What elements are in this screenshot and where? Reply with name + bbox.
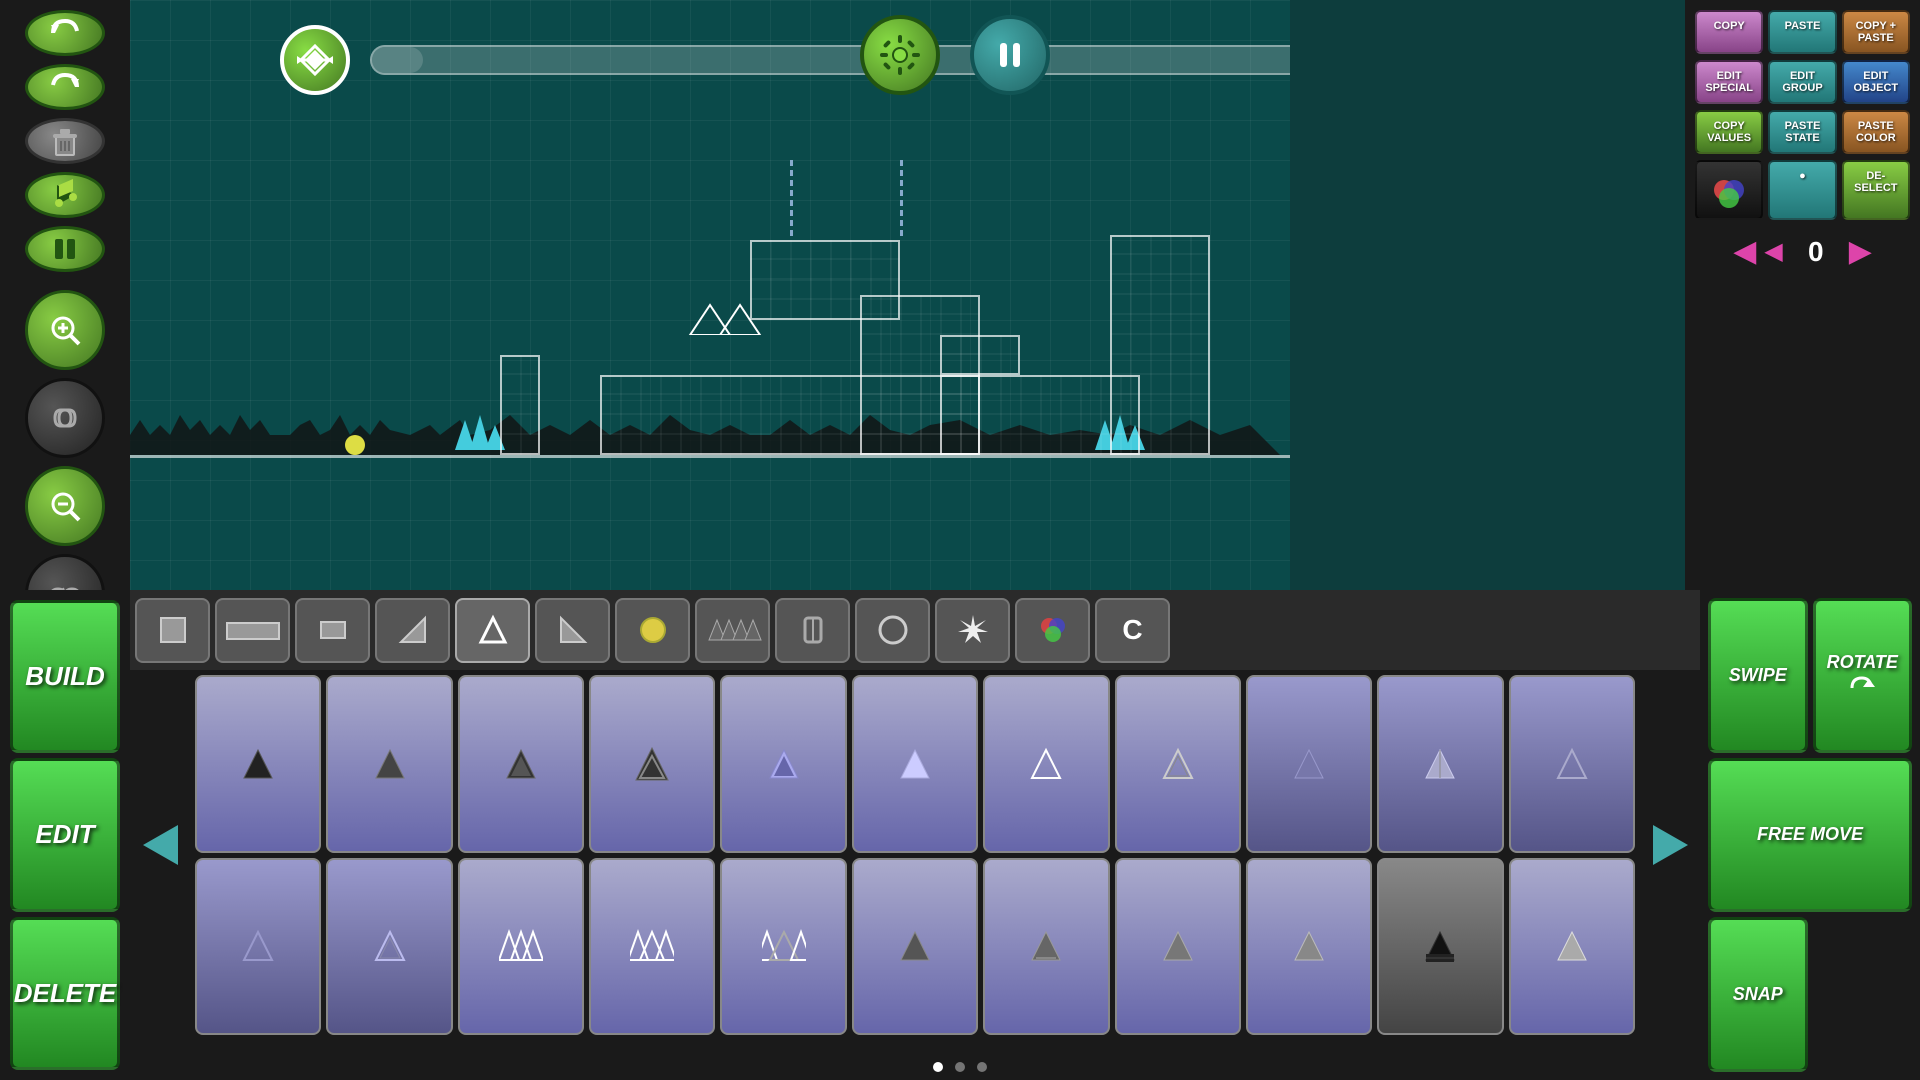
tab-letter-c[interactable]: C <box>1095 598 1170 663</box>
obj-spike-12[interactable] <box>195 858 321 1036</box>
layer-navigation: ◀ ◀ 0 ▶ <box>1695 234 1910 269</box>
edit-special-button[interactable]: EDIT SPECIAL <box>1695 60 1763 104</box>
obj-spike-3[interactable] <box>458 675 584 853</box>
zoom-out-button[interactable] <box>25 466 105 546</box>
go-to-layer-button[interactable]: ● <box>1768 160 1836 220</box>
obj-spike-6[interactable] <box>852 675 978 853</box>
dot-2[interactable] <box>955 1062 965 1072</box>
color-select-button[interactable] <box>1695 160 1763 220</box>
zoom-in-button[interactable] <box>25 290 105 370</box>
obj-spike-8[interactable] <box>1115 675 1241 853</box>
tab-bar: C <box>130 590 1700 670</box>
tab-spike[interactable] <box>455 598 530 663</box>
dot-3[interactable] <box>977 1062 987 1072</box>
platform-right <box>1110 235 1210 455</box>
copy-paste-row: COPY PASTE COPY + PASTE <box>1695 10 1910 54</box>
layer-prev-large[interactable]: ◀ <box>1733 234 1756 269</box>
tab-chain[interactable] <box>775 598 850 663</box>
progress-fill <box>372 47 423 73</box>
undo-button[interactable] <box>25 10 105 56</box>
right-panel: COPY PASTE COPY + PASTE EDIT SPECIAL EDI… <box>1685 0 1920 590</box>
trash-button[interactable] <box>25 118 105 164</box>
music-button[interactable] <box>25 172 105 218</box>
obj-spike-16[interactable] <box>720 858 846 1036</box>
tab-spike-row[interactable] <box>695 598 770 663</box>
redo-button[interactable] <box>25 64 105 110</box>
edit-group-button[interactable]: EDIT GROUP <box>1768 60 1836 104</box>
paste-color-button[interactable]: PASTE COLOR <box>1842 110 1910 154</box>
copy-button[interactable]: COPY <box>1695 10 1763 54</box>
edit-object-button[interactable]: EDIT OBJECT <box>1842 60 1910 104</box>
obj-spike-20[interactable] <box>1246 858 1372 1036</box>
progress-bar <box>370 45 1290 75</box>
tab-color[interactable] <box>1015 598 1090 663</box>
progress-icon <box>280 25 350 95</box>
start-marker <box>345 435 365 455</box>
pause-button[interactable] <box>970 15 1050 95</box>
layer-next[interactable]: ▶ <box>1849 234 1872 269</box>
object-grid <box>190 670 1640 1040</box>
tab-wide-block[interactable] <box>215 598 290 663</box>
obj-spike-4[interactable] <box>589 675 715 853</box>
obj-spike-14[interactable] <box>458 858 584 1036</box>
build-button[interactable]: BUILD <box>10 600 120 753</box>
obj-spike-10[interactable] <box>1377 675 1503 853</box>
settings-button[interactable] <box>860 15 940 95</box>
page-dots <box>933 1062 987 1072</box>
tab-angled-block[interactable] <box>375 598 450 663</box>
obj-spike-5[interactable] <box>720 675 846 853</box>
edit-row: EDIT SPECIAL EDIT GROUP EDIT OBJECT <box>1695 60 1910 104</box>
nav-left-arrow[interactable] <box>135 820 185 870</box>
edit-button[interactable]: EDIT <box>10 758 120 911</box>
nav-right-arrow[interactable] <box>1645 820 1695 870</box>
obj-spike-18[interactable] <box>983 858 1109 1036</box>
platform-left <box>500 355 540 455</box>
paste-state-button[interactable]: PASTE STATE <box>1768 110 1836 154</box>
obj-spike-7[interactable] <box>983 675 1109 853</box>
delete-button[interactable]: DELETE <box>10 917 120 1070</box>
tab-orb[interactable] <box>615 598 690 663</box>
bottom-toolbar: BUILD EDIT DELETE <box>0 590 1920 1080</box>
obj-spike-extra[interactable] <box>1509 858 1635 1036</box>
obj-spike-13[interactable] <box>326 858 452 1036</box>
tab-thin-block[interactable] <box>295 598 370 663</box>
obj-spike-1[interactable] <box>195 675 321 853</box>
deselect-button[interactable]: DE-SELECT <box>1842 160 1910 220</box>
platform-complex <box>600 245 1180 455</box>
layer-row: ● DE-SELECT <box>1695 160 1910 220</box>
paste-button[interactable]: PASTE <box>1768 10 1836 54</box>
play-stop-button[interactable] <box>25 226 105 272</box>
obj-spike-19[interactable] <box>1115 858 1241 1036</box>
layer-counter: 0 <box>1791 236 1841 268</box>
build-section: BUILD EDIT DELETE <box>0 590 130 1080</box>
copy-values-button[interactable]: COPY VALUES <box>1695 110 1763 154</box>
snap-button[interactable]: SNAP <box>1708 917 1808 1072</box>
rotate-label: ROTATE <box>1827 652 1898 673</box>
tab-circle[interactable] <box>855 598 930 663</box>
free-move-button[interactable]: FREE MOVE <box>1708 758 1912 913</box>
game-canvas[interactable] <box>130 0 1290 590</box>
copy-paste-button[interactable]: COPY + PASTE <box>1842 10 1910 54</box>
obj-spike-2[interactable] <box>326 675 452 853</box>
top-bar <box>260 0 1290 120</box>
dot-1[interactable] <box>933 1062 943 1072</box>
values-row: COPY VALUES PASTE STATE PASTE COLOR <box>1695 110 1910 154</box>
obj-spike-15[interactable] <box>589 858 715 1036</box>
ground-line <box>130 455 1290 458</box>
obj-spike-11[interactable] <box>1509 675 1635 853</box>
swipe-button[interactable]: SWIPE <box>1708 598 1808 753</box>
right-bottom-actions: SWIPE ROTATE FREE MOVE SNAP <box>1700 590 1920 1080</box>
layer-prev-small[interactable]: ◀ <box>1764 237 1782 266</box>
rotate-button[interactable]: ROTATE <box>1813 598 1913 753</box>
tab-slope[interactable] <box>535 598 610 663</box>
obj-spike-21[interactable] <box>1377 858 1503 1036</box>
nav-left-container <box>130 670 190 1020</box>
left-sidebar <box>0 0 130 590</box>
link-button[interactable] <box>25 378 105 458</box>
obj-spike-9[interactable] <box>1246 675 1372 853</box>
nav-right-container <box>1640 670 1700 1020</box>
obj-spike-17[interactable] <box>852 858 978 1036</box>
tab-square-block[interactable] <box>135 598 210 663</box>
tab-starburst[interactable] <box>935 598 1010 663</box>
